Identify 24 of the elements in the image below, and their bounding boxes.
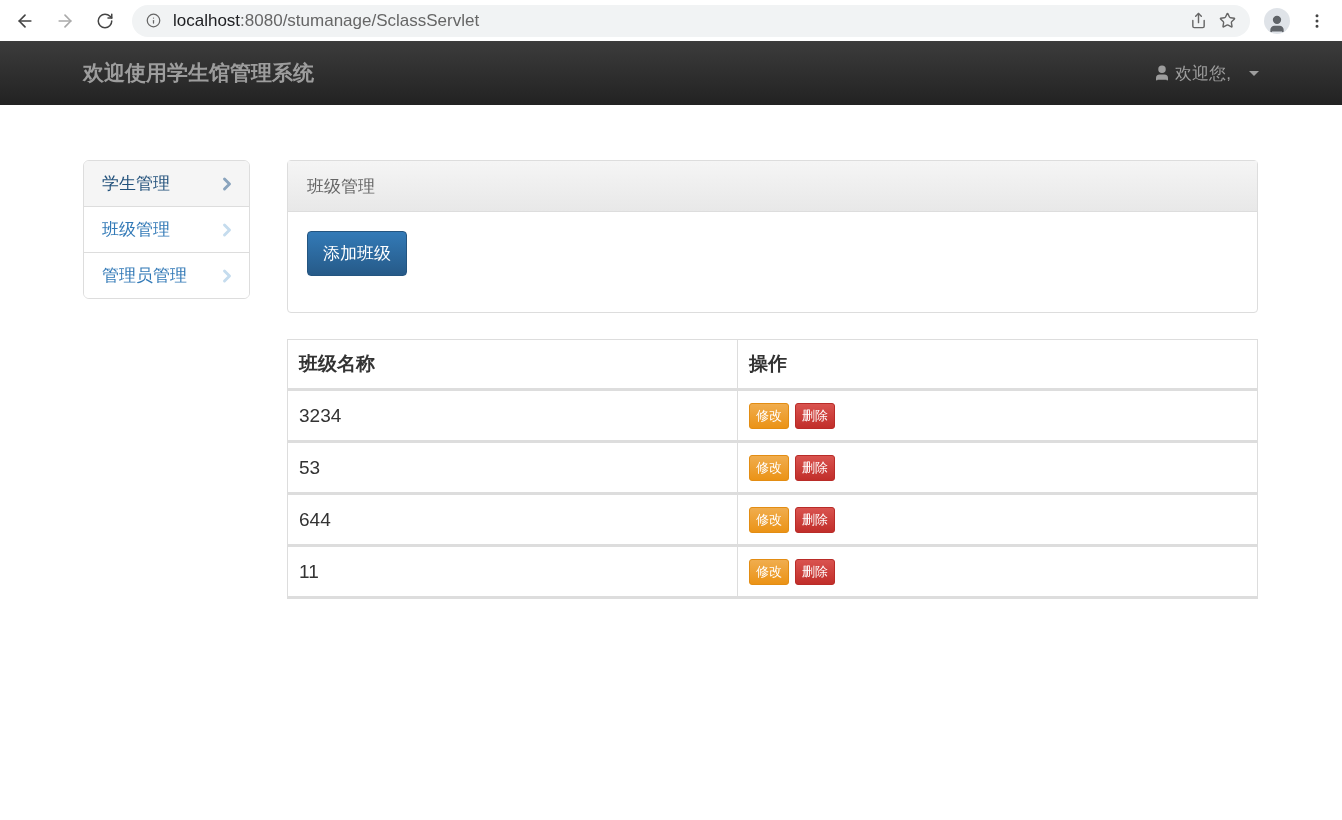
delete-button[interactable]: 删除 [795, 558, 836, 585]
table-cell: 53 [287, 441, 738, 494]
column-header: 班级名称 [287, 339, 738, 390]
table-cell: 11 [287, 545, 738, 598]
caret-icon [1249, 70, 1259, 76]
url-text: localhost:8080/stumanage/SclassServlet [173, 10, 480, 31]
add-class-button[interactable]: 添加班级 [307, 231, 407, 276]
table-cell: 3234 [287, 389, 738, 442]
address-bar[interactable]: localhost:8080/stumanage/SclassServlet [132, 4, 1250, 37]
panel-title: 班级管理 [288, 161, 1257, 212]
profile-avatar[interactable] [1264, 7, 1290, 34]
star-icon[interactable] [1219, 12, 1236, 29]
info-icon [146, 13, 161, 28]
reload-icon[interactable] [96, 11, 114, 30]
sidebar-item[interactable]: 学生管理 [84, 161, 249, 206]
column-header: 操作 [737, 339, 1258, 390]
delete-button[interactable]: 删除 [795, 454, 836, 481]
user-menu[interactable]: 欢迎您, [1153, 61, 1259, 85]
table-cell: 644 [287, 493, 738, 546]
brand-title: 欢迎使用学生馆管理系统 [83, 60, 314, 86]
delete-button[interactable]: 删除 [795, 506, 836, 533]
delete-button[interactable]: 删除 [795, 402, 836, 429]
share-icon[interactable] [1190, 12, 1207, 29]
sidebar-item[interactable]: 管理员管理 [84, 252, 249, 298]
